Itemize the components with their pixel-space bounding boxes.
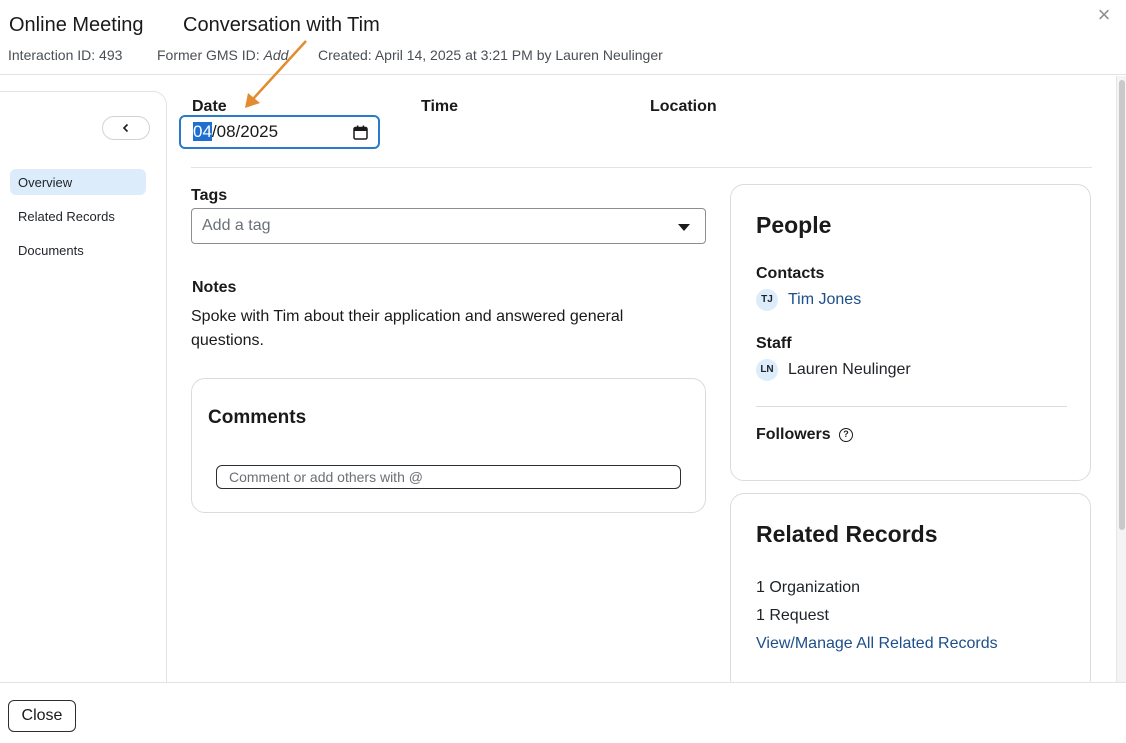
tag-select-placeholder: Add a tag <box>202 217 271 234</box>
scrollbar[interactable] <box>1116 76 1126 682</box>
close-button[interactable]: Close <box>8 700 76 732</box>
former-gms-add-link[interactable]: Add <box>264 47 289 63</box>
date-input[interactable]: 04/08/2025 <box>179 115 380 149</box>
notes-text: Spoke with Tim about their application a… <box>191 308 624 349</box>
tags-label: Tags <box>191 187 228 204</box>
former-gms-id: Former GMS ID: Add <box>157 47 288 63</box>
interaction-id: Interaction ID: 493 <box>8 47 123 63</box>
date-month-segment[interactable]: 04 <box>193 122 212 141</box>
time-label: Time <box>421 98 459 115</box>
dialog-footer: Close <box>0 682 1126 743</box>
former-gms-label: Former GMS ID: <box>157 47 264 63</box>
staff-name: Lauren Neulinger <box>788 361 911 378</box>
followers-label: Followers <box>756 426 831 443</box>
calendar-icon[interactable] <box>353 125 368 140</box>
help-icon[interactable]: ? <box>839 428 853 442</box>
sidebar-item-documents[interactable]: Documents <box>10 237 146 263</box>
dialog-header: Online Meeting Conversation with Tim Int… <box>0 0 1126 75</box>
sidebar-item-related-records[interactable]: Related Records <box>10 203 146 229</box>
staff-label: Staff <box>756 335 792 352</box>
caret-down-icon[interactable] <box>678 224 690 231</box>
interaction-type: Online Meeting <box>9 14 144 36</box>
comments-title: Comments <box>208 407 307 428</box>
people-title: People <box>756 212 832 238</box>
date-label: Date <box>192 98 227 115</box>
contact-link[interactable]: Tim Jones <box>788 291 861 309</box>
avatar: LN <box>756 359 778 381</box>
organization-count: 1 Organization <box>756 579 861 596</box>
page-title: Conversation with Tim <box>183 14 380 36</box>
chevron-left-icon <box>122 123 129 133</box>
location-label: Location <box>650 98 717 115</box>
request-count: 1 Request <box>756 607 829 624</box>
created-info: Created: April 14, 2025 at 3:21 PM by La… <box>318 47 663 63</box>
comment-input[interactable]: Comment or add others with @ <box>216 465 681 489</box>
date-rest-segment[interactable]: /08/2025 <box>212 122 278 141</box>
people-divider <box>756 406 1067 407</box>
collapse-sidebar-button[interactable] <box>102 116 150 140</box>
related-records-card: Related Records 1 Organization 1 Request… <box>730 493 1091 693</box>
close-icon[interactable]: × <box>1094 4 1114 26</box>
contacts-label: Contacts <box>756 265 825 282</box>
related-records-title: Related Records <box>756 521 938 547</box>
section-divider <box>191 167 1092 168</box>
comments-card: Comments Comment or add others with @ <box>191 378 706 513</box>
tag-select[interactable]: Add a tag <box>191 208 706 244</box>
avatar: TJ <box>756 289 778 311</box>
people-card: People Contacts TJ Tim Jones Staff LN La… <box>730 184 1091 481</box>
scrollbar-thumb[interactable] <box>1119 80 1125 530</box>
notes-label: Notes <box>192 279 237 296</box>
sidebar-item-overview[interactable]: Overview <box>10 169 146 195</box>
manage-related-records-link[interactable]: View/Manage All Related Records <box>756 635 998 653</box>
sidebar: Overview Related Records Documents <box>0 91 167 682</box>
